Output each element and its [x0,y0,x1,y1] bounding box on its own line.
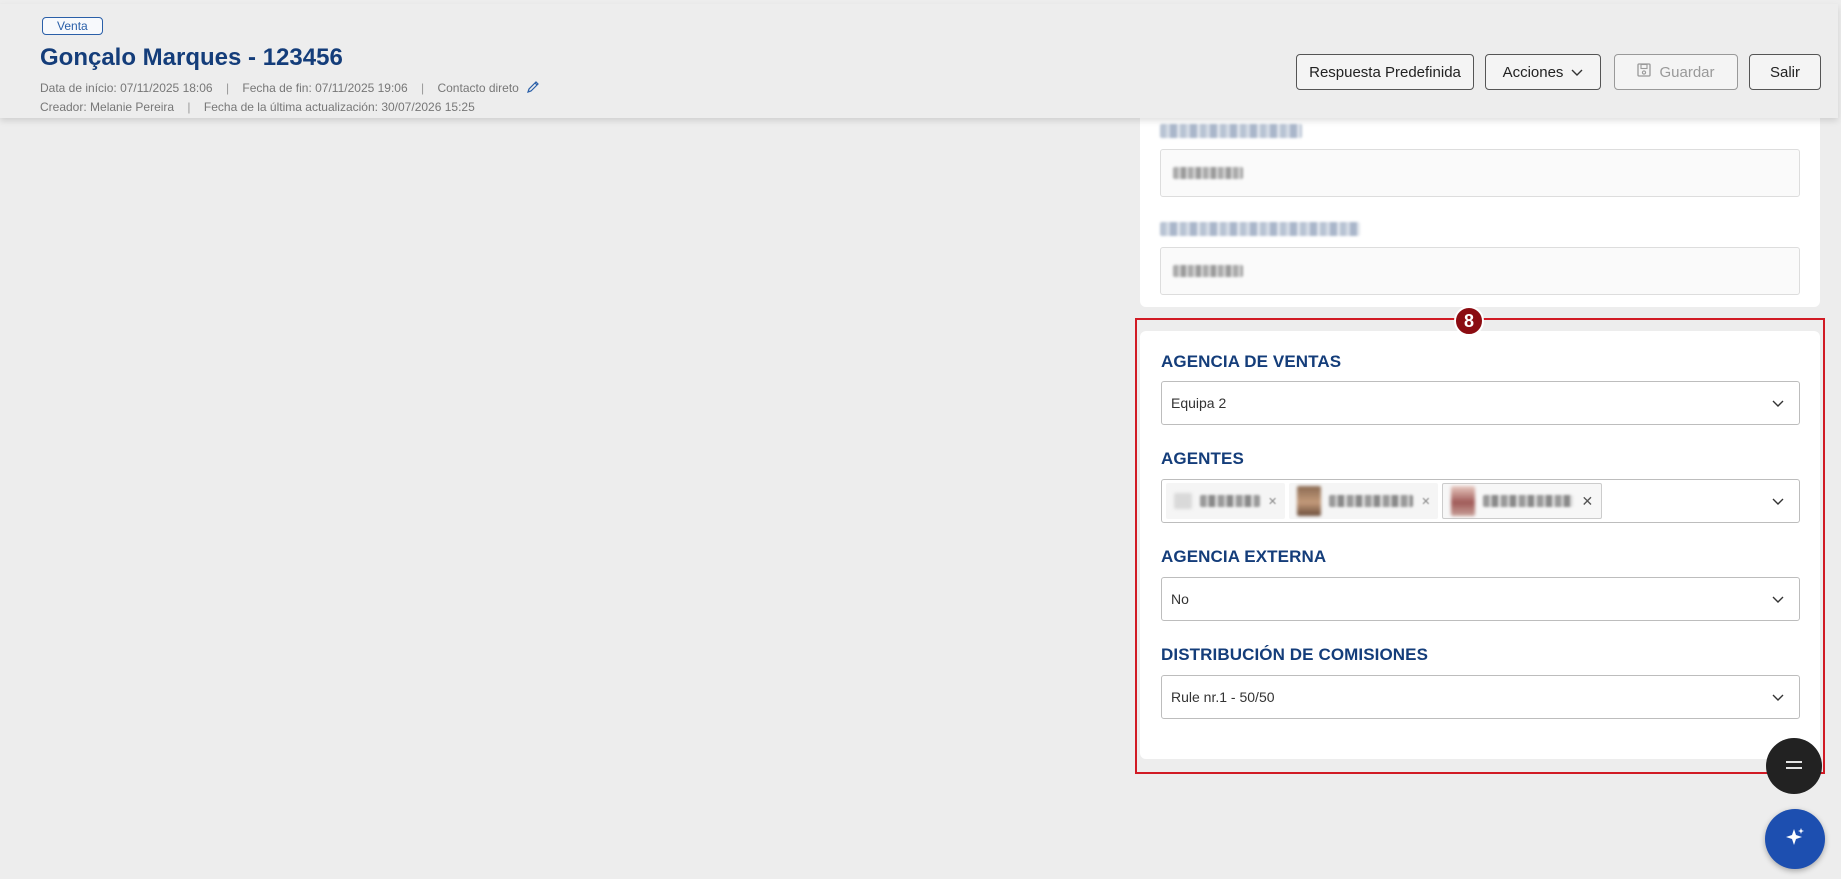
chevron-down-icon [1771,592,1785,609]
save-label: Guardar [1659,63,1715,81]
record-header: Venta Gonçalo Marques - 123456 Data de i… [0,4,1838,118]
blurred-field-input[interactable] [1160,149,1800,197]
ai-assistant-button[interactable] [1765,809,1825,869]
save-button[interactable]: Guardar [1614,54,1738,90]
commission-label: DISTRIBUCIÓN DE COMISIONES [1161,645,1429,664]
sales-agency-select[interactable]: Equipa 2 [1161,381,1800,425]
menu-fab-button[interactable] [1766,738,1822,794]
external-agency-value: No [1171,591,1189,607]
agent-chip-name [1200,495,1260,507]
agent-chip-name [1329,495,1414,507]
record-creator: Creador: Melanie Pereira | Fecha de la ú… [40,100,475,114]
start-date-label: Data de início: [40,81,117,95]
predefined-response-label: Respuesta Predefinida [1309,63,1461,81]
sales-agency-label: AGENCIA DE VENTAS [1161,352,1342,371]
sales-agency-value: Equipa 2 [1171,395,1227,411]
avatar [1451,486,1476,516]
previous-fields-card [1140,110,1820,307]
updated-label: Fecha de la última actualización: [203,100,378,114]
separator: | [421,81,425,95]
start-date-value: 07/11/2025 18:06 [120,81,213,95]
remove-chip-icon[interactable]: ✕ [1421,495,1430,508]
sparkle-icon [1783,825,1807,854]
actions-label: Acciones [1502,63,1564,81]
exit-label: Salir [1769,63,1800,81]
agent-chip[interactable]: ✕ [1289,483,1439,519]
commission-select[interactable]: Rule nr.1 - 50/50 [1161,675,1800,719]
agents-label: AGENTES [1161,449,1244,468]
blurred-field-value [1173,265,1243,277]
contact-type: Contacto direto [437,81,519,95]
blurred-field-label [1160,222,1360,236]
actions-button[interactable]: Acciones [1485,54,1601,90]
end-date-label: Fecha de fin: [242,81,312,95]
agent-chip-name [1483,495,1574,507]
creator-label: Creador: [40,100,87,114]
external-agency-select[interactable]: No [1161,577,1800,621]
record-type-badge: Venta [42,17,103,35]
predefined-response-button[interactable]: Respuesta Predefinida [1296,54,1474,90]
remove-chip-icon[interactable]: ✕ [1581,493,1593,510]
page-title: Gonçalo Marques - 123456 [40,44,343,71]
agent-chip[interactable]: ✕ [1442,483,1603,519]
separator: | [225,81,230,95]
blurred-field-input[interactable] [1160,247,1800,295]
external-agency-label: AGENCIA EXTERNA [1161,547,1327,566]
creator-value: Melanie Pereira [90,100,175,114]
menu-icon [1785,757,1803,775]
end-date-value: 07/11/2025 19:06 [315,81,408,95]
step-badge: 8 [1454,306,1484,336]
floppy-disk-icon [1637,63,1652,81]
chevron-down-icon [1771,690,1785,707]
chevron-down-icon [1571,64,1583,81]
agent-chip[interactable]: ✕ [1166,483,1286,519]
exit-button[interactable]: Salir [1749,54,1821,90]
remove-chip-icon[interactable]: ✕ [1268,495,1277,508]
pencil-icon[interactable] [526,80,540,97]
chevron-down-icon [1771,494,1785,511]
chevron-down-icon [1771,396,1785,413]
updated-value: 30/07/2026 15:25 [381,100,475,114]
record-dates: Data de início: 07/11/2025 18:06 | Fecha… [40,80,540,97]
blurred-field-value [1173,167,1243,179]
agents-multiselect[interactable]: ✕ ✕ ✕ [1161,479,1800,523]
avatar [1297,486,1322,516]
avatar [1174,493,1192,509]
separator: | [187,100,191,114]
commission-value: Rule nr.1 - 50/50 [1171,689,1275,705]
blurred-field-label [1160,124,1302,138]
